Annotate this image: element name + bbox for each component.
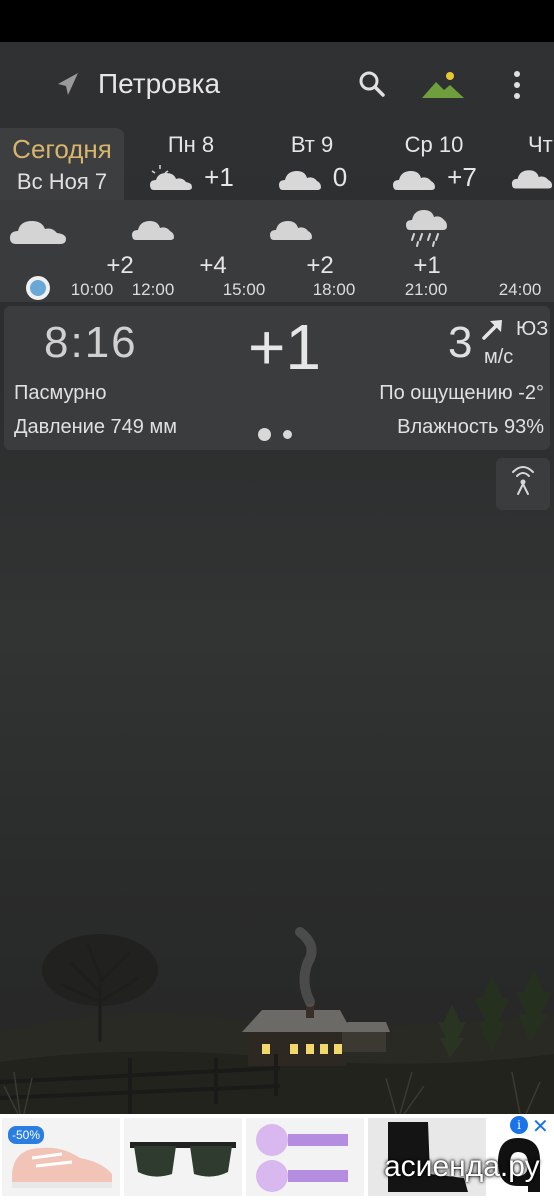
- day-label: Пн 8: [167, 132, 215, 157]
- status-bar: [0, 0, 554, 42]
- day-name: Сегодня: [12, 134, 112, 164]
- ad-banner[interactable]: -50% асиенда.ру i ✕: [0, 1114, 554, 1200]
- ad-close-icon[interactable]: ✕: [532, 1114, 549, 1139]
- page-dot-active: [258, 428, 271, 442]
- hourly-time: 10:00: [70, 280, 114, 299]
- day-label: Ср 10: [404, 132, 464, 157]
- cloud-icon: [10, 221, 66, 244]
- hourly-time: 24:00: [498, 280, 542, 299]
- current-conditions-panel[interactable]: 8:16 +1 3 ЮЗ м/с Пасмурно Давление 749 м…: [4, 306, 550, 450]
- condition-text: Пасмурно: [14, 382, 107, 404]
- current-time-marker: [26, 276, 50, 300]
- cloud-icon: [132, 221, 174, 240]
- day-item[interactable]: Пн 8 +1: [138, 128, 244, 200]
- hourly-temp: +4: [199, 252, 227, 279]
- hourly-temp: +2: [306, 252, 334, 279]
- hourly-time: 15:00: [222, 280, 266, 299]
- ad-watermark: асиенда.ру: [384, 1150, 540, 1183]
- hourly-forecast: +2 +4 +2 +1 10:00 12:00 15:00 18:00 21:0…: [0, 202, 554, 302]
- radar-button[interactable]: [496, 458, 550, 510]
- pressure-text: Давление 749 мм: [14, 416, 177, 438]
- ad-product-cosmetics[interactable]: [246, 1118, 364, 1196]
- feels-like-text: По ощущению -2°: [379, 382, 544, 404]
- landscape-illustration: [0, 927, 554, 1114]
- humidity-text: Влажность 93%: [397, 416, 544, 438]
- current-temperature: +1: [248, 311, 321, 383]
- cloud-icon: [511, 170, 553, 189]
- day-label: Вт 9: [290, 132, 334, 157]
- wind-speed: 3: [448, 318, 473, 367]
- day-item[interactable]: Вт 9 0: [266, 128, 358, 200]
- day-item[interactable]: Чт: [508, 128, 554, 200]
- hourly-time: 18:00: [312, 280, 356, 299]
- page-indicator: [258, 426, 300, 444]
- wind-direction-arrow-icon: [482, 320, 502, 340]
- app-bar: Петровка: [0, 42, 554, 126]
- cosmetic-balls-image: [256, 1124, 348, 1192]
- landscape-icon[interactable]: [420, 68, 466, 100]
- day-item[interactable]: Ср 10 +7: [384, 128, 484, 200]
- location-name[interactable]: Петровка: [98, 68, 220, 100]
- page-dot: [283, 430, 293, 440]
- search-icon[interactable]: [356, 68, 388, 100]
- discount-badge: -50%: [8, 1126, 45, 1144]
- hourly-time: 21:00: [404, 280, 448, 299]
- cloud-icon: [278, 170, 321, 190]
- sunglasses-image: [130, 1142, 236, 1177]
- cloud-icon: [393, 170, 436, 190]
- wind-direction: ЮЗ: [516, 318, 549, 340]
- day-temp: 0: [332, 162, 348, 192]
- radar-icon: [512, 466, 534, 495]
- hourly-temp: +2: [106, 252, 134, 279]
- wind-unit: м/с: [484, 346, 514, 368]
- day-today[interactable]: Сегодня Вс Ноя 7: [0, 128, 124, 200]
- day-temp: +1: [204, 162, 234, 192]
- hourly-time: 12:00: [131, 280, 175, 299]
- ad-product-sunglasses[interactable]: [124, 1118, 242, 1196]
- ad-info-icon[interactable]: i: [510, 1116, 528, 1134]
- cloud-icon: [270, 221, 312, 240]
- hourly-temp: +1: [413, 252, 441, 279]
- weather-screen: Петровка Сегодня Вс Ноя 7 Пн 8 +1 Вт 9 0…: [0, 42, 554, 1114]
- rain-cloud-icon: [406, 210, 447, 247]
- partly-cloudy-icon: [150, 164, 193, 190]
- current-time: 8:16: [44, 318, 138, 367]
- ad-product-sneakers[interactable]: -50%: [2, 1118, 120, 1196]
- day-date: Вс Ноя 7: [16, 169, 108, 194]
- location-arrow-icon[interactable]: [52, 70, 82, 100]
- daily-forecast-strip: Сегодня Вс Ноя 7 Пн 8 +1 Вт 9 0 Ср 10 +7…: [0, 128, 554, 200]
- more-options-icon[interactable]: [506, 68, 528, 102]
- day-temp: +7: [447, 162, 477, 192]
- day-label: Чт: [528, 132, 553, 157]
